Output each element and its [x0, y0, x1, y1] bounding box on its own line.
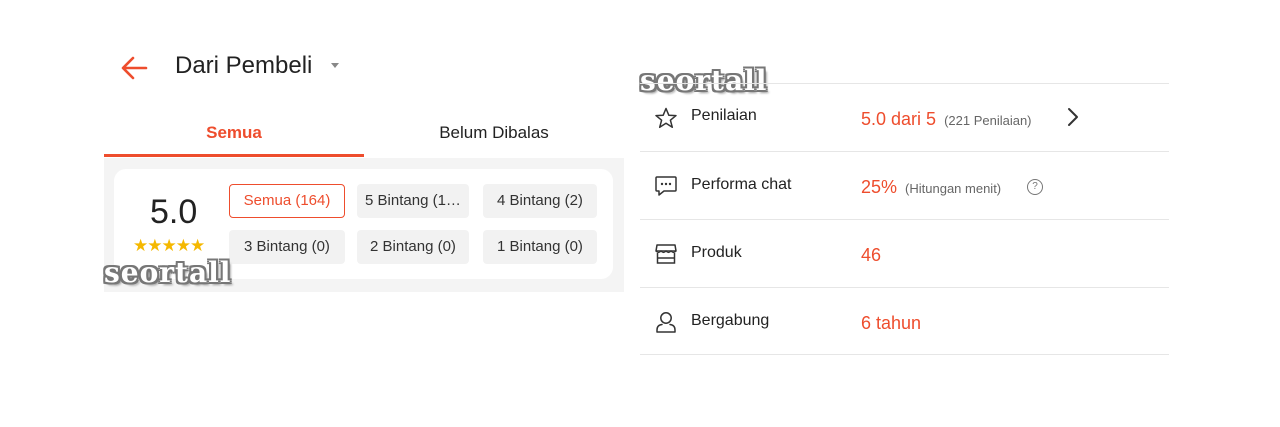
back-arrow-icon[interactable] — [116, 50, 152, 86]
info-value-performa-chat: 25% (Hitungan menit) — [861, 177, 1001, 198]
chat-performance-note: (Hitungan menit) — [905, 181, 1002, 196]
rating-stars-icon: ★★★★★ — [133, 236, 205, 255]
rating-score: 5.0 — [150, 193, 198, 231]
rating-value: 5.0 dari 5 — [861, 109, 937, 129]
chat-bubble-icon — [655, 176, 677, 196]
help-icon[interactable]: ? — [1027, 179, 1043, 195]
watermark: seortall — [104, 256, 232, 289]
filter-chip-semua[interactable]: Semua (164) — [229, 184, 345, 218]
storefront-icon — [655, 244, 677, 264]
rating-count-note: (221 Penilaian) — [944, 113, 1032, 128]
info-value-produk: 46 — [861, 245, 882, 265]
caret-down-icon[interactable] — [331, 63, 339, 68]
info-row-bergabung: Bergabung 6 tahun — [640, 288, 1169, 356]
filter-chip-5-bintang[interactable]: 5 Bintang (1… — [357, 184, 469, 218]
filter-chip-2-bintang[interactable]: 2 Bintang (0) — [357, 230, 469, 264]
info-label-penilaian: Penilaian — [691, 107, 757, 124]
info-row-penilaian[interactable]: Penilaian 5.0 dari 5 (221 Penilaian) — [640, 84, 1169, 152]
active-tab-indicator — [104, 154, 364, 157]
page-title: Dari Pembeli — [175, 52, 313, 79]
chat-performance-value: 25% — [861, 177, 898, 197]
tab-belum-dibalas[interactable]: Belum Dibalas — [364, 118, 624, 158]
chevron-right-icon[interactable] — [1065, 106, 1081, 128]
filter-chip-4-bintang[interactable]: 4 Bintang (2) — [483, 184, 597, 218]
info-row-produk: Produk 46 — [640, 220, 1169, 288]
filter-chip-1-bintang[interactable]: 1 Bintang (0) — [483, 230, 597, 264]
info-label-bergabung: Bergabung — [691, 312, 770, 329]
info-value-penilaian: 5.0 dari 5 (221 Penilaian) — [861, 109, 1032, 130]
filter-chip-3-bintang[interactable]: 3 Bintang (0) — [229, 230, 345, 264]
divider — [640, 354, 1169, 355]
tab-semua[interactable]: Semua — [104, 118, 364, 158]
info-value-bergabung: 6 tahun — [861, 313, 922, 333]
info-label-produk: Produk — [691, 244, 742, 261]
info-row-performa-chat: Performa chat 25% (Hitungan menit) ? — [640, 152, 1169, 220]
info-label-performa-chat: Performa chat — [691, 176, 792, 193]
star-outline-icon — [655, 107, 677, 129]
person-icon — [656, 312, 676, 333]
